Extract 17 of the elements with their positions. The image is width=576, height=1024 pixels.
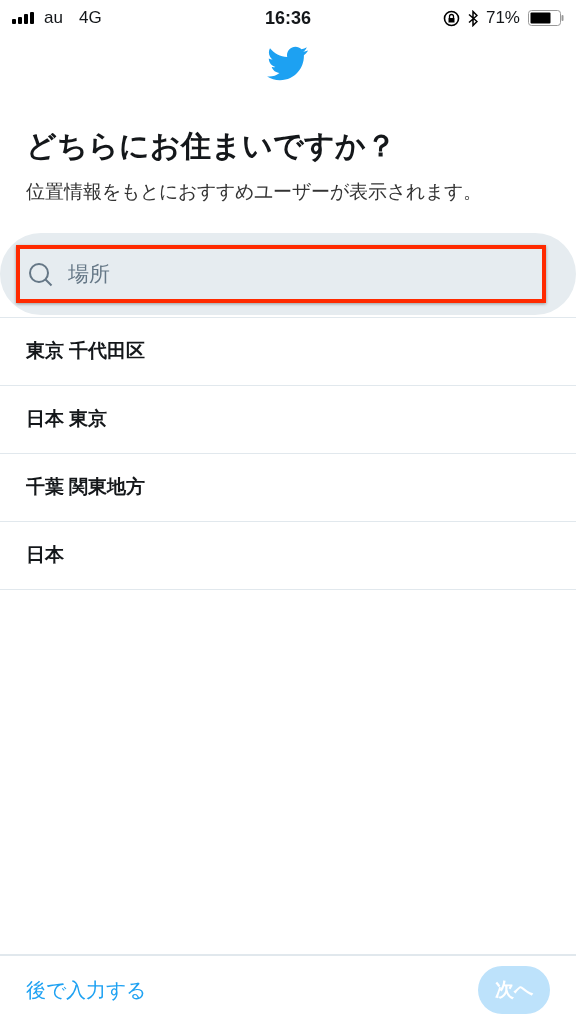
page-title: どちらにお住まいですか？ — [25, 128, 397, 164]
network-type: 4G — [78, 7, 102, 30]
battery-percent: 71% — [485, 7, 520, 30]
bluetooth-icon — [467, 9, 478, 27]
bird-logo-icon — [267, 46, 309, 82]
search-icon — [28, 261, 54, 288]
location-item[interactable]: 東京 千代田区 — [0, 317, 576, 386]
rotation-lock-icon — [442, 9, 460, 27]
subtitle-text: 位置情報をもとにおすすめユーザーが表示されます。 — [25, 180, 483, 204]
carrier-name: au — [44, 7, 63, 30]
location-search-field[interactable]: 場所 — [0, 232, 576, 315]
location-item[interactable]: 日本 東京 — [0, 385, 576, 454]
location-item[interactable]: 日本 — [0, 521, 576, 590]
clock-time: 16:36 — [264, 6, 311, 30]
battery-icon — [528, 10, 564, 26]
location-item[interactable]: 千葉 関東地方 — [0, 453, 576, 522]
signal-icon — [12, 12, 36, 24]
